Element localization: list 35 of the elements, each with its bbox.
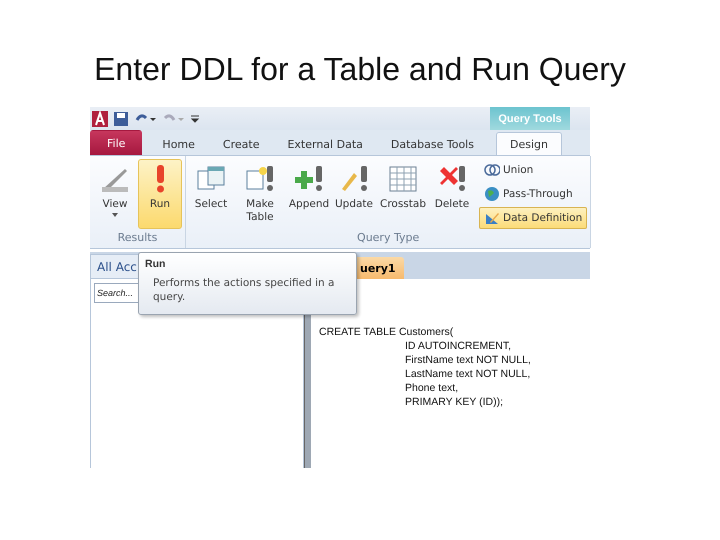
- ribbon-button[interactable]: Union: [479, 159, 588, 181]
- app-logo-icon: [92, 110, 108, 126]
- ribbon-button[interactable]: Run: [138, 159, 182, 229]
- ribbon-button[interactable]: Append: [287, 159, 331, 229]
- ribbon-button[interactable]: Pass-Through: [479, 183, 588, 205]
- exclamation-icon: [156, 165, 164, 193]
- ribbon-tab[interactable]: Create: [208, 132, 274, 155]
- code-line: Phone text,: [404, 381, 460, 395]
- group-label: Results: [116, 231, 158, 246]
- ribbon-tab[interactable]: Database Tools: [376, 132, 488, 155]
- slide-title: Enter DDL for a Table and Run Query: [93, 50, 627, 89]
- ribbon-button[interactable]: Make Table: [234, 159, 286, 229]
- ribbon-button[interactable]: Select: [189, 159, 233, 229]
- code-line: ID AUTOINCREMENT,: [404, 339, 512, 353]
- file-tab[interactable]: File: [90, 130, 142, 155]
- globe-icon: [484, 186, 500, 202]
- ribbon-button[interactable]: Update: [332, 159, 376, 229]
- save-icon[interactable]: [114, 112, 128, 126]
- code-line: CREATE TABLE Customers(: [319, 325, 454, 339]
- code-line: LastName text NOT NULL,: [404, 367, 532, 381]
- tooltip-text: Performs the actions specified in a query.: [152, 276, 336, 304]
- ribbon-tab[interactable]: External Data: [273, 132, 377, 155]
- tooltip-title: Run: [145, 258, 166, 270]
- ribbon-tab[interactable]: Home: [148, 132, 209, 155]
- code-line: PRIMARY KEY (ID));: [404, 395, 504, 409]
- contextual-tab-label: Query Tools: [490, 107, 570, 130]
- rings-icon: [484, 162, 500, 178]
- ribbon-button[interactable]: View: [93, 159, 137, 229]
- code-line: FirstName text NOT NULL,: [404, 353, 532, 367]
- ribbon-button[interactable]: Crosstab: [377, 159, 429, 229]
- ribbon-button[interactable]: Data Definition: [479, 207, 588, 229]
- group-label: Query Type: [356, 231, 420, 246]
- set-square-icon: [484, 210, 500, 226]
- ribbon-button[interactable]: Delete: [430, 159, 474, 229]
- ribbon-tab[interactable]: Design: [496, 132, 562, 155]
